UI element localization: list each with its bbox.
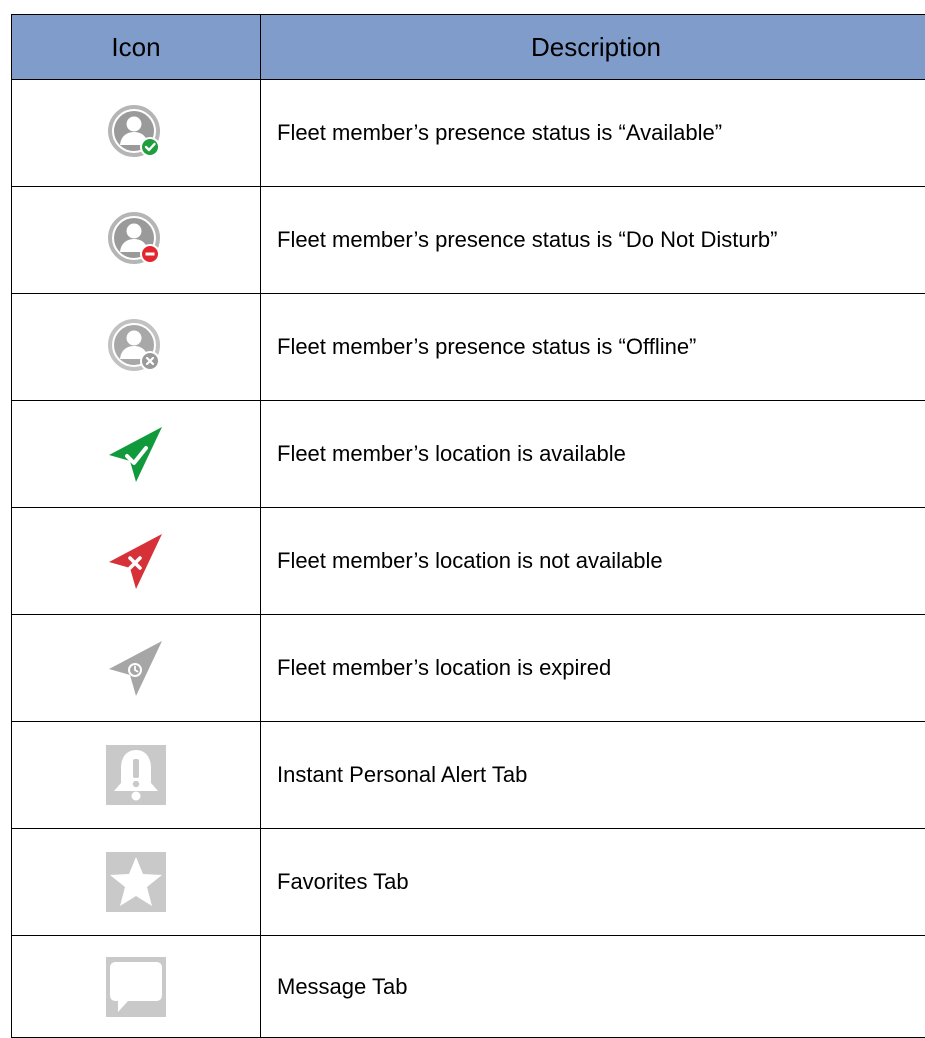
row-description: Fleet member’s location is available	[261, 401, 925, 508]
message-tab-icon	[106, 957, 166, 1017]
table-row: Message Tab	[12, 936, 925, 1038]
header-row: Icon Description	[12, 15, 925, 80]
icon-column-header: Icon	[12, 15, 261, 80]
row-description: Fleet member’s presence status is “Do No…	[261, 187, 925, 294]
table-row: Fleet member’s presence status is “Do No…	[12, 187, 925, 294]
description-column-header: Description	[261, 15, 925, 80]
table-row: Fleet member’s location is expired	[12, 615, 925, 722]
table-row: Fleet member’s presence status is “Offli…	[12, 294, 925, 401]
presence-offline-icon	[106, 317, 166, 377]
row-description: Message Tab	[261, 936, 925, 1038]
favorites-tab-icon	[106, 852, 166, 912]
instant-personal-alert-tab-icon	[106, 745, 166, 805]
presence-do-not-disturb-icon	[106, 210, 166, 270]
table-row: Fleet member’s location is available	[12, 401, 925, 508]
row-description: Favorites Tab	[261, 829, 925, 936]
table-row: Fleet member’s location is not available	[12, 508, 925, 615]
row-description: Instant Personal Alert Tab	[261, 722, 925, 829]
icon-legend-table: Icon Description Fleet	[11, 14, 925, 1038]
location-available-icon	[106, 424, 166, 484]
presence-available-icon	[106, 103, 166, 163]
table-row: Instant Personal Alert Tab	[12, 722, 925, 829]
location-expired-icon	[106, 638, 166, 698]
row-description: Fleet member’s location is not available	[261, 508, 925, 615]
location-not-available-icon	[106, 531, 166, 591]
row-description: Fleet member’s presence status is “Offli…	[261, 294, 925, 401]
table-row: Fleet member’s presence status is “Avail…	[12, 80, 925, 187]
row-description: Fleet member’s presence status is “Avail…	[261, 80, 925, 187]
row-description: Fleet member’s location is expired	[261, 615, 925, 722]
table-row: Favorites Tab	[12, 829, 925, 936]
